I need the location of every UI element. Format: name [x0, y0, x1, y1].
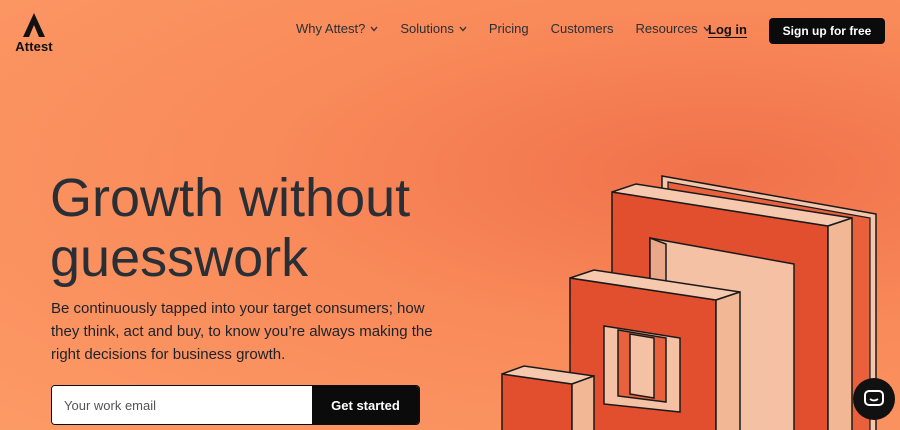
- nav-item-pricing[interactable]: Pricing: [489, 21, 529, 36]
- signup-form: Get started: [51, 385, 420, 425]
- chat-launcher-button[interactable]: [853, 378, 895, 420]
- chevron-down-icon: [459, 26, 467, 31]
- hero-subtext: Be continuously tapped into your target …: [51, 300, 433, 363]
- main-nav: Why Attest? Solutions Pricing Customers …: [296, 21, 733, 36]
- nav-item-label: Why Attest?: [296, 21, 366, 36]
- hero-headline: Growth without guesswork: [50, 168, 470, 288]
- nav-item-label: Pricing: [488, 21, 529, 36]
- signup-button[interactable]: Sign up for free: [769, 18, 885, 44]
- nav-item-label: Resources: [635, 21, 698, 36]
- nav-item-customers[interactable]: Customers: [551, 21, 614, 36]
- nav-item-solutions[interactable]: Solutions: [400, 21, 467, 36]
- nav-item-label: Solutions: [400, 21, 454, 36]
- headline-line-1: Growth without: [50, 168, 411, 228]
- nav-item-resources[interactable]: Resources: [635, 21, 711, 36]
- chevron-down-icon: [370, 26, 378, 31]
- chat-bubble-icon: [864, 390, 884, 406]
- hero-illustration: [501, 175, 877, 430]
- nav-item-label: Customers: [550, 21, 614, 36]
- email-input[interactable]: [52, 386, 312, 424]
- nav-item-why-attest[interactable]: Why Attest?: [296, 21, 378, 36]
- headline-line-2: guesswork: [50, 228, 309, 288]
- get-started-button[interactable]: Get started: [312, 386, 419, 424]
- brand-name: Attest: [15, 39, 53, 54]
- login-link[interactable]: Log in: [708, 22, 747, 37]
- attest-logo-icon: [23, 13, 45, 37]
- brand-logo[interactable]: Attest: [14, 12, 54, 54]
